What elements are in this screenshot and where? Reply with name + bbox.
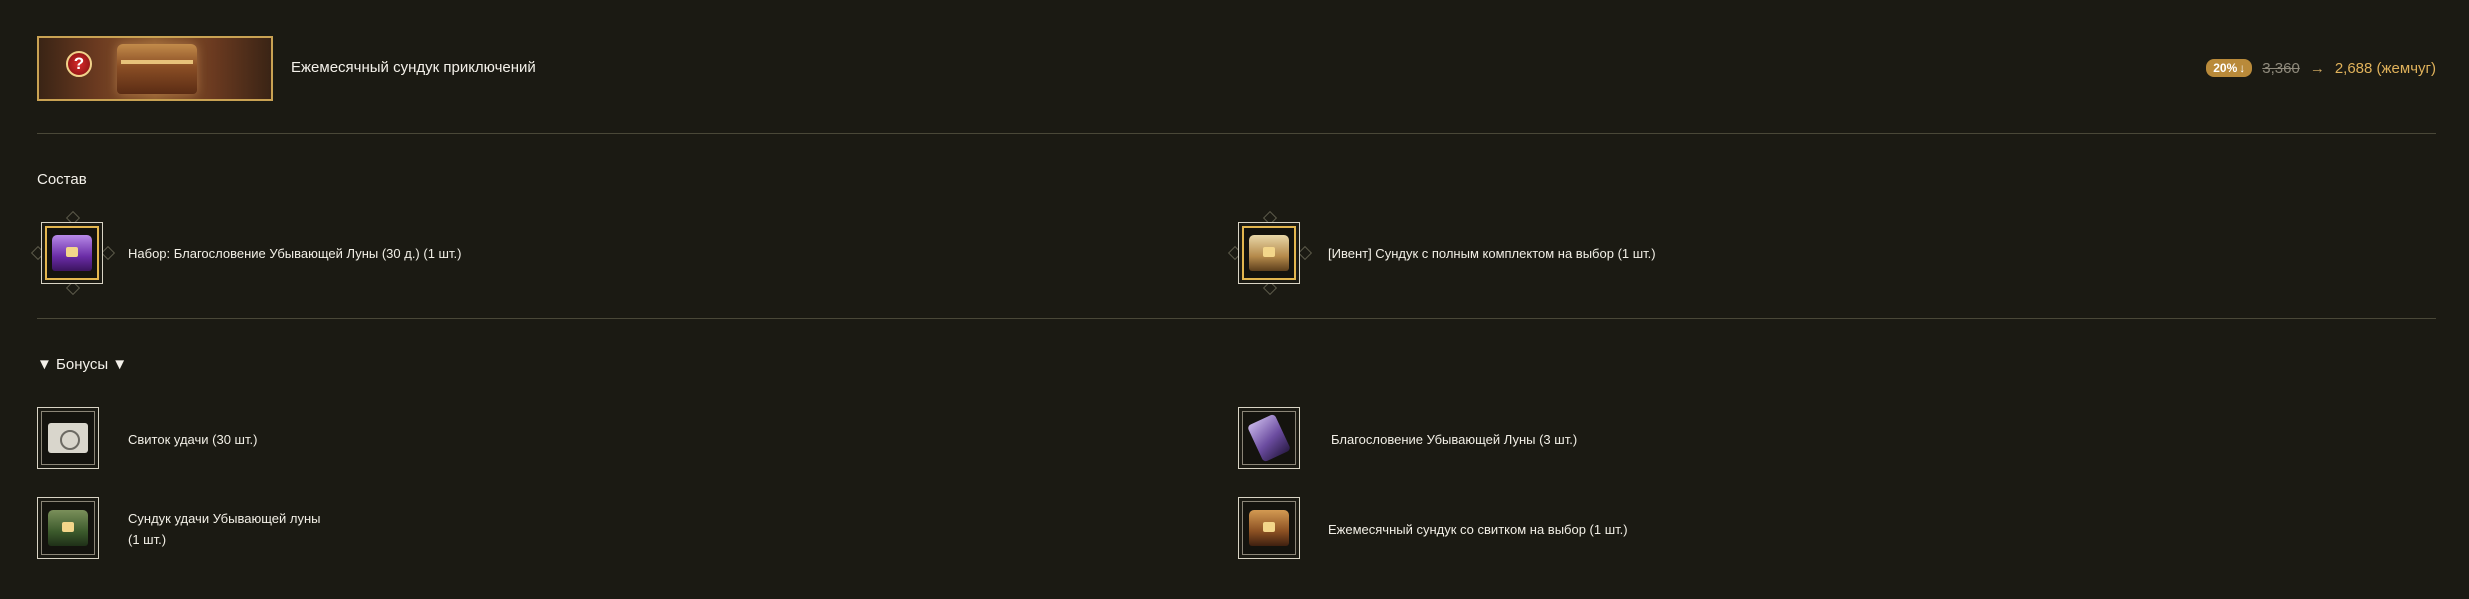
bonuses-title[interactable]: ▼ Бонусы ▼ — [37, 356, 127, 373]
bonus-item-4-slot[interactable] — [1238, 497, 1300, 559]
old-price: 3,360 — [2262, 59, 2300, 77]
package-title: Ежемесячный сундук приключений — [291, 59, 536, 76]
price-arrow: → — [2309, 59, 2325, 77]
composition-item-2-label: [Ивент] Сундук с полным комплектом на вы… — [1328, 246, 1656, 261]
bonus-item-3-label-line1: Сундук удачи Убывающей луны — [128, 511, 321, 526]
bonus-item-1-slot[interactable] — [37, 407, 99, 469]
question-mark-icon: ? — [66, 51, 92, 77]
bonus-item-2-label: Благословение Убывающей Луны (3 шт.) — [1331, 432, 1578, 447]
divider — [37, 133, 2436, 134]
bonus-item-3-label: Сундук удачи Убывающей луны (1 шт.) — [128, 509, 320, 550]
monthly-chest-icon — [1249, 510, 1289, 546]
down-arrow-icon: ↓ — [2239, 61, 2246, 75]
discount-value: 20% — [2213, 61, 2238, 75]
bonus-item-2-slot[interactable] — [1238, 407, 1300, 469]
new-price: 2,688 (жемчуг) — [2334, 59, 2436, 77]
mystery-chest-icon — [117, 44, 197, 94]
discount-badge: 20% ↓ — [2206, 59, 2253, 77]
moon-blessing-icon — [1246, 413, 1292, 463]
composition-item-1-label: Набор: Благословение Убывающей Луны (30 … — [128, 246, 462, 261]
package-thumbnail: ? — [37, 36, 273, 101]
luck-scroll-icon — [48, 423, 88, 453]
price-block: 20% ↓ 3,360 → 2,688 (жемчуг) — [2206, 59, 2436, 77]
composition-item-2-slot[interactable] — [1238, 222, 1300, 284]
gold-chest-icon — [1249, 235, 1289, 271]
bonus-item-3-slot[interactable] — [37, 497, 99, 559]
divider — [37, 318, 2436, 319]
green-luck-chest-icon — [48, 510, 88, 546]
bonus-item-1-label: Свиток удачи (30 шт.) — [128, 432, 258, 447]
composition-item-1-slot[interactable] — [41, 222, 103, 284]
purple-gift-box-icon — [52, 235, 92, 271]
bonus-item-3-label-line2: (1 шт.) — [128, 532, 167, 547]
bonus-item-4-label: Ежемесячный сундук со свитком на выбор (… — [1328, 522, 1628, 537]
composition-title: Состав — [37, 171, 87, 188]
